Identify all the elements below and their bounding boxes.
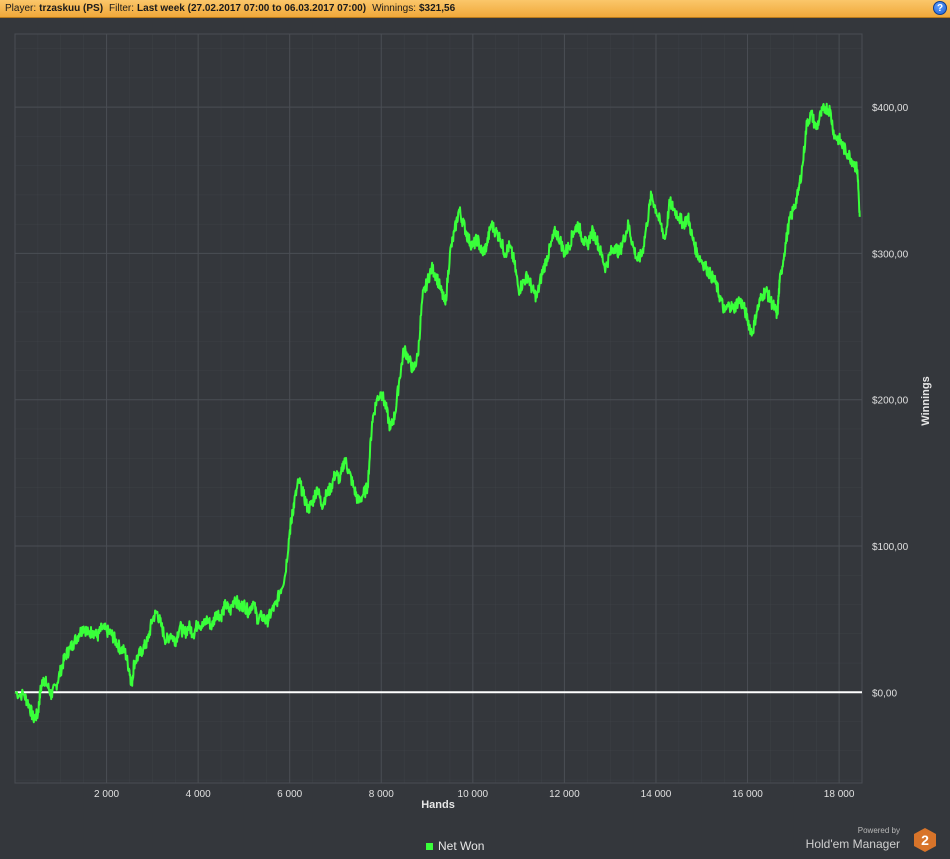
- y-tick-label: $100,00: [872, 542, 909, 553]
- winnings-value: $321,56: [418, 3, 456, 14]
- x-tick-label: 12 000: [549, 789, 580, 800]
- x-tick-label: 18 000: [824, 789, 855, 800]
- hem2-logo-icon: 2: [914, 828, 936, 852]
- powered-by-text: Powered by: [857, 826, 900, 835]
- x-tick-label: 16 000: [732, 789, 763, 800]
- legend-item-net-won: Net Won: [438, 839, 485, 853]
- y-axis-label: Winnings: [920, 376, 932, 425]
- x-tick-label: 14 000: [641, 789, 672, 800]
- product-name: Hold'em Manager: [805, 837, 900, 851]
- plot-area: [14, 33, 863, 784]
- x-tick-label: 6 000: [277, 789, 302, 800]
- y-tick-label: $300,00: [872, 249, 909, 260]
- brand-footer: Powered by Hold'em Manager 2: [806, 826, 938, 853]
- filter-value: Last week (27.02.2017 07:00 to 06.03.201…: [137, 3, 367, 14]
- y-tick-label: $0,00: [872, 688, 897, 699]
- x-tick-label: 4 000: [186, 789, 211, 800]
- x-axis-label: Hands: [421, 799, 455, 811]
- y-tick-label: $400,00: [872, 103, 909, 114]
- player-label: Player:: [5, 3, 37, 14]
- y-axis-ticks: $0,00 $100,00 $200,00 $300,00 $400,00: [872, 103, 909, 699]
- x-tick-label: 10 000: [458, 789, 489, 800]
- logo-number: 2: [921, 832, 929, 848]
- chart-legend: Net Won: [426, 839, 484, 853]
- filter-bar: Player: trzaskuu (PS) Filter: Last week …: [0, 0, 950, 18]
- player-value: trzaskuu (PS): [39, 3, 104, 14]
- help-icon[interactable]: ?: [933, 1, 947, 15]
- winnings-graph: 2 000 4 000 6 000 8 000 10 000 12 000 14 000 16…: [14, 33, 932, 811]
- filter-label: Filter:: [109, 3, 135, 14]
- x-tick-label: 2 000: [94, 789, 119, 800]
- x-tick-label: 8 000: [369, 789, 394, 800]
- net-won-swatch: [426, 842, 433, 850]
- x-axis-ticks: 2 000 4 000 6 000 8 000 10 000 12 000 14 000 16…: [94, 789, 855, 800]
- y-tick-label: $200,00: [872, 396, 909, 407]
- winnings-label: Winnings:: [372, 3, 416, 14]
